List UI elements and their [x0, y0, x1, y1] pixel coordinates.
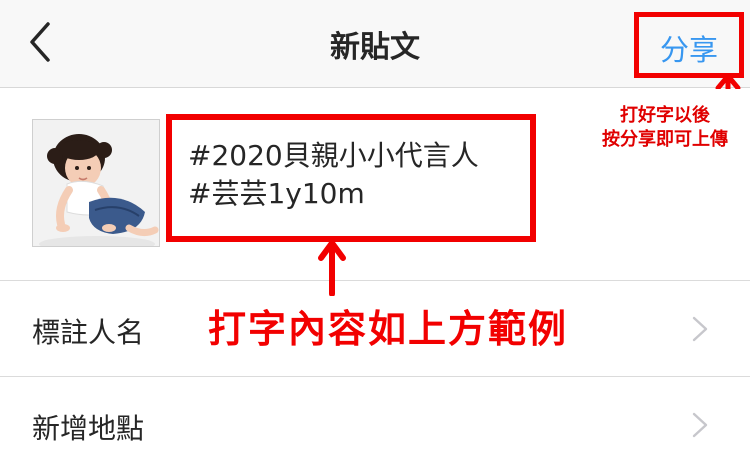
- annotation-arrow-up-icon: [318, 240, 346, 296]
- share-highlight-box: 分享: [634, 12, 744, 78]
- chevron-right-icon: [692, 412, 708, 438]
- chevron-right-icon: [692, 316, 708, 342]
- add-location-label: 新增地點: [32, 412, 145, 445]
- share-button[interactable]: 分享: [639, 27, 739, 69]
- side-note-line-2: 按分享即可上傳: [602, 129, 728, 150]
- share-instruction-note: 打好字以後 按分享即可上傳: [580, 104, 750, 152]
- add-location-row[interactable]: 新增地點: [0, 377, 750, 471]
- toddler-photo-image: [33, 120, 159, 246]
- caption-example-note: 打字內容如上方範例: [208, 307, 569, 351]
- post-thumbnail: [32, 119, 160, 247]
- caption-line-2: #芸芸1y10m: [188, 177, 365, 210]
- tag-people-label: 標註人名: [32, 316, 145, 349]
- caption-line-1: #2020貝親小小代言人: [188, 139, 479, 172]
- nav-bar: 新貼文 分享: [0, 0, 750, 88]
- side-note-line-1: 打好字以後: [620, 105, 710, 126]
- caption-input[interactable]: #2020貝親小小代言人 #芸芸1y10m: [166, 114, 536, 242]
